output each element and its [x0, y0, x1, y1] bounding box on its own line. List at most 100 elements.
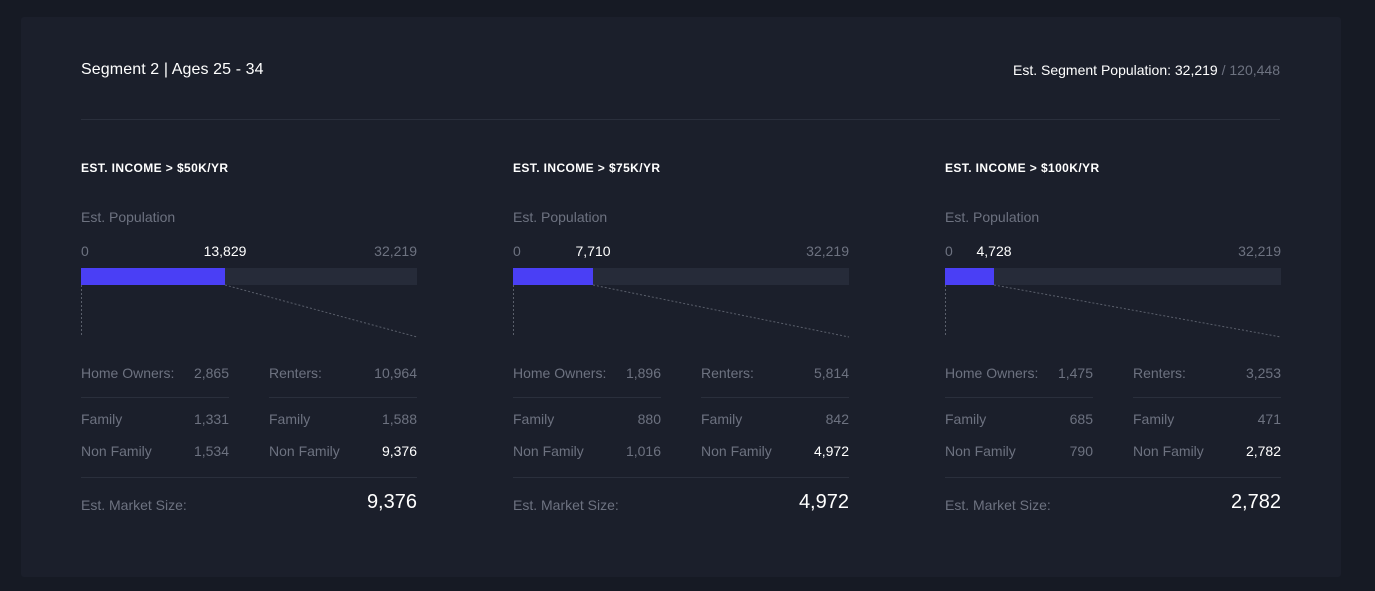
owners-divider: [81, 397, 229, 398]
axis-min: 0: [945, 243, 953, 259]
owner-family-stat: Family 880: [513, 411, 661, 427]
home-owners-label: Home Owners:: [81, 365, 175, 381]
renter-family-value: 471: [1257, 411, 1281, 427]
income-panel-75k: EST. INCOME > $75K/YR Est. Population 0 …: [513, 157, 850, 537]
renter-family-value: 842: [825, 411, 849, 427]
panel-title: EST. INCOME > $100K/YR: [945, 161, 1100, 175]
market-size-value: 9,376: [366, 491, 417, 513]
renter-nonfamily-value: 4,972: [813, 443, 849, 459]
home-owners-value: 2,865: [193, 365, 229, 381]
market-size-label: Est. Market Size:: [81, 497, 187, 513]
owner-family-label: Family: [513, 411, 555, 427]
renters-label: Renters:: [1133, 365, 1186, 381]
header-divider: [81, 119, 1280, 120]
renter-family-label: Family: [1133, 411, 1175, 427]
owner-nonfamily-value: 1,534: [193, 443, 229, 459]
population-bar: [81, 268, 417, 285]
renters-stat: Renters: 10,964: [269, 365, 417, 381]
renter-nonfamily-stat: Non Family 4,972: [701, 443, 849, 459]
income-panel-50k: EST. INCOME > $50K/YR Est. Population 0 …: [81, 157, 418, 537]
owner-family-value: 880: [637, 411, 661, 427]
renter-family-stat: Family 1,588: [269, 411, 417, 427]
segment-title: Segment 2 | Ages 25 - 34: [81, 61, 264, 78]
renters-stat: Renters: 3,253: [1133, 365, 1281, 381]
panel-title: EST. INCOME > $50K/YR: [81, 161, 229, 175]
est-population-label: Est. Population: [945, 209, 1040, 225]
axis-max: 32,219: [1238, 243, 1281, 259]
home-owners-stat: Home Owners: 1,475: [945, 365, 1093, 381]
renter-nonfamily-stat: Non Family 9,376: [269, 443, 417, 459]
market-divider: [513, 477, 849, 478]
renter-nonfamily-label: Non Family: [1133, 443, 1204, 459]
market-size-value: 2,782: [1230, 491, 1281, 513]
market-divider: [945, 477, 1281, 478]
segment-population: Est. Segment Population: 32,219 / 120,44…: [1013, 62, 1280, 78]
owner-nonfamily-label: Non Family: [945, 443, 1016, 459]
axis-min: 0: [81, 243, 89, 259]
owner-family-value: 685: [1069, 411, 1093, 427]
renter-family-label: Family: [701, 411, 743, 427]
owner-family-label: Family: [945, 411, 987, 427]
population-bar-fill: [81, 268, 225, 285]
breakdown-connector: [945, 284, 1282, 338]
home-owners-value: 1,475: [1057, 365, 1093, 381]
renter-family-stat: Family 471: [1133, 411, 1281, 427]
owner-nonfamily-value: 1,016: [625, 443, 661, 459]
home-owners-stat: Home Owners: 1,896: [513, 365, 661, 381]
renter-nonfamily-label: Non Family: [269, 443, 340, 459]
renters-value: 5,814: [813, 365, 849, 381]
owner-nonfamily-value: 790: [1069, 443, 1093, 459]
population-value: 4,728: [976, 243, 1012, 259]
owners-divider: [945, 397, 1093, 398]
segment-population-total: / 120,448: [1221, 62, 1280, 78]
owner-family-stat: Family 1,331: [81, 411, 229, 427]
owner-family-stat: Family 685: [945, 411, 1093, 427]
segment-population-label: Est. Segment Population: 32,219: [1013, 62, 1218, 78]
renter-nonfamily-stat: Non Family 2,782: [1133, 443, 1281, 459]
owner-family-value: 1,331: [193, 411, 229, 427]
income-panel-100k: EST. INCOME > $100K/YR Est. Population 0…: [945, 157, 1282, 537]
axis-max: 32,219: [374, 243, 417, 259]
home-owners-label: Home Owners:: [945, 365, 1039, 381]
renter-family-stat: Family 842: [701, 411, 849, 427]
est-population-label: Est. Population: [513, 209, 608, 225]
axis-min: 0: [513, 243, 521, 259]
renter-nonfamily-value: 9,376: [381, 443, 417, 459]
est-population-label: Est. Population: [81, 209, 176, 225]
market-size-label: Est. Market Size:: [945, 497, 1051, 513]
renters-label: Renters:: [269, 365, 322, 381]
home-owners-stat: Home Owners: 2,865: [81, 365, 229, 381]
breakdown-connector: [81, 284, 418, 338]
population-bar-fill: [945, 268, 994, 285]
population-bar: [945, 268, 1281, 285]
panel-title: EST. INCOME > $75K/YR: [513, 161, 661, 175]
home-owners-label: Home Owners:: [513, 365, 607, 381]
market-size-label: Est. Market Size:: [513, 497, 619, 513]
owner-nonfamily-label: Non Family: [513, 443, 584, 459]
population-value: 13,829: [203, 243, 247, 259]
population-bar: [513, 268, 849, 285]
renter-family-label: Family: [269, 411, 311, 427]
population-bar-fill: [513, 268, 593, 285]
owners-divider: [513, 397, 661, 398]
renters-value: 3,253: [1245, 365, 1281, 381]
renters-stat: Renters: 5,814: [701, 365, 849, 381]
owner-nonfamily-label: Non Family: [81, 443, 152, 459]
market-size-value: 4,972: [798, 491, 849, 513]
owner-nonfamily-stat: Non Family 1,534: [81, 443, 229, 459]
home-owners-value: 1,896: [625, 365, 661, 381]
renters-value: 10,964: [374, 365, 417, 381]
renters-label: Renters:: [701, 365, 754, 381]
renters-divider: [1133, 397, 1281, 398]
breakdown-connector: [513, 284, 850, 338]
renter-family-value: 1,588: [381, 411, 417, 427]
renters-divider: [701, 397, 849, 398]
segment-card: Segment 2 | Ages 25 - 34 Est. Segment Po…: [21, 17, 1341, 577]
population-value: 7,710: [575, 243, 611, 259]
renter-nonfamily-label: Non Family: [701, 443, 772, 459]
renter-nonfamily-value: 2,782: [1245, 443, 1281, 459]
market-divider: [81, 477, 417, 478]
axis-max: 32,219: [806, 243, 849, 259]
owner-nonfamily-stat: Non Family 790: [945, 443, 1093, 459]
renters-divider: [269, 397, 417, 398]
